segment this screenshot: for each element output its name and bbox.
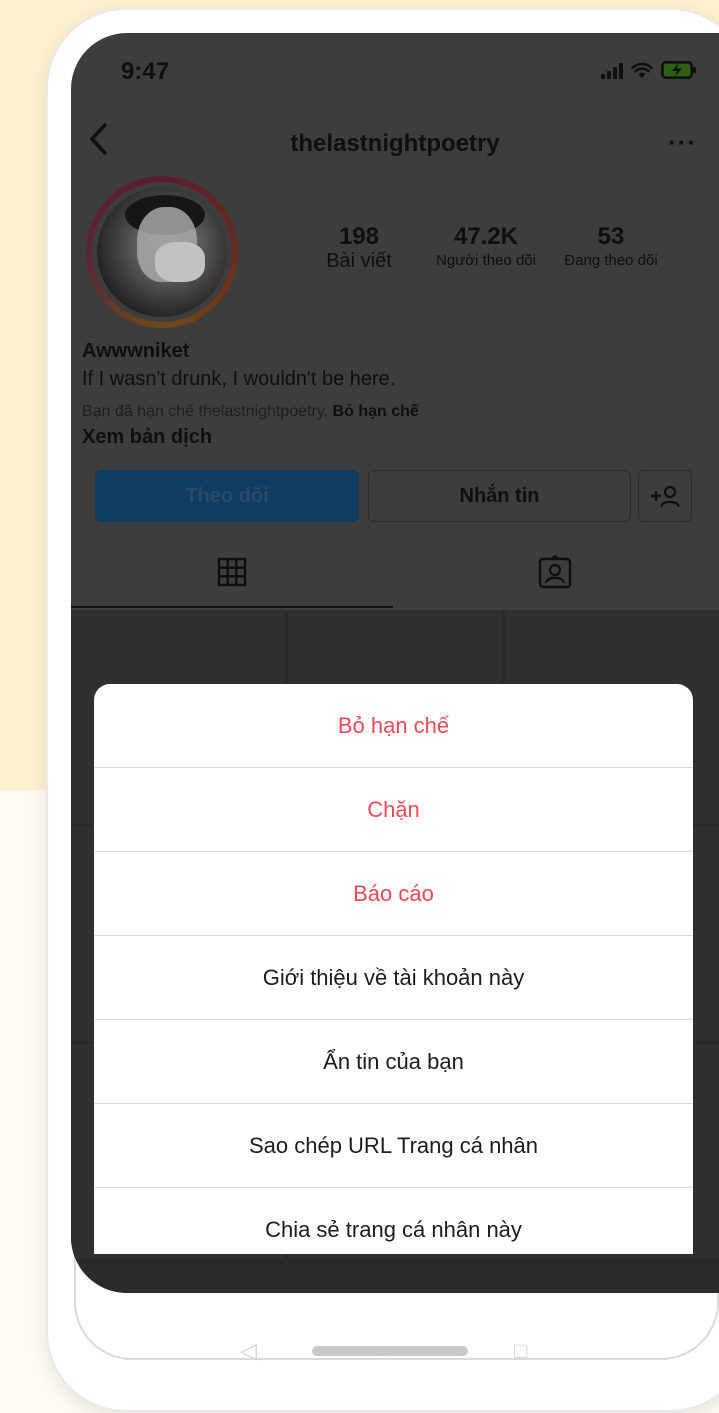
message-button[interactable]: Nhắn tin	[368, 470, 631, 522]
avatar-photo	[97, 187, 227, 317]
followers-count: 47.2K	[453, 223, 519, 250]
report-option[interactable]: Báo cáo	[94, 852, 693, 936]
unrestrict-link[interactable]: Bỏ hạn chế	[333, 403, 419, 420]
add-person-icon	[650, 485, 680, 508]
posts-count: 198	[338, 223, 380, 250]
avatar	[92, 182, 232, 322]
restricted-notice: Bạn đã hạn chế thelastnightpoetry. Bỏ hạ…	[82, 403, 419, 421]
follow-button[interactable]: Theo dõi	[95, 470, 359, 522]
add-person-button[interactable]	[638, 470, 692, 522]
profile-name: Awwwniket	[82, 340, 190, 362]
hide-story-option[interactable]: Ẩn tin của bạn	[94, 1020, 693, 1104]
about-account-option[interactable]: Giới thiệu về tài khoản này	[94, 936, 693, 1020]
home-indicator[interactable]	[312, 1346, 468, 1356]
following-label: Đang theo dõi	[564, 252, 658, 269]
active-tab-indicator	[71, 606, 393, 608]
avatar-story-ring[interactable]	[86, 176, 238, 328]
restricted-text: Bạn đã hạn chế thelastnightpoetry.	[82, 403, 329, 420]
following-count: 53	[597, 223, 625, 250]
posts-label: Bài viết	[326, 250, 392, 272]
battery-charging-icon	[661, 61, 696, 79]
back-nav-ghost-icon: ◁	[240, 1338, 257, 1363]
profile-username: thelastnightpoetry	[290, 130, 500, 157]
signal-icon	[601, 63, 623, 79]
unrestrict-option[interactable]: Bỏ hạn chế	[94, 684, 693, 768]
profile-action-sheet: Bỏ hạn chế Chặn Báo cáo Giới thiệu về tà…	[94, 684, 693, 1254]
stat-following[interactable]: 53 Đang theo dõi	[551, 223, 671, 271]
status-icons	[601, 61, 697, 79]
recents-nav-ghost-icon: □	[514, 1338, 528, 1363]
profile-bio: If I wasn't drunk, I wouldn't be here.	[82, 368, 396, 390]
stat-followers[interactable]: 47.2K Người theo dõi	[421, 223, 551, 271]
stat-posts[interactable]: 198 Bài viết	[303, 223, 415, 271]
see-translation-link[interactable]: Xem bản dịch	[82, 426, 212, 449]
tagged-tab-icon[interactable]	[537, 555, 573, 589]
posts-grid-tab-icon[interactable]	[217, 557, 247, 587]
wifi-icon	[631, 62, 653, 78]
status-time: 9:47	[121, 58, 170, 85]
followers-label: Người theo dõi	[436, 252, 536, 269]
block-option[interactable]: Chặn	[94, 768, 693, 852]
copy-profile-url-option[interactable]: Sao chép URL Trang cá nhân	[94, 1104, 693, 1188]
share-profile-option[interactable]: Chia sẻ trang cá nhân này	[94, 1188, 693, 1254]
more-options-icon[interactable]: ···	[668, 127, 697, 158]
